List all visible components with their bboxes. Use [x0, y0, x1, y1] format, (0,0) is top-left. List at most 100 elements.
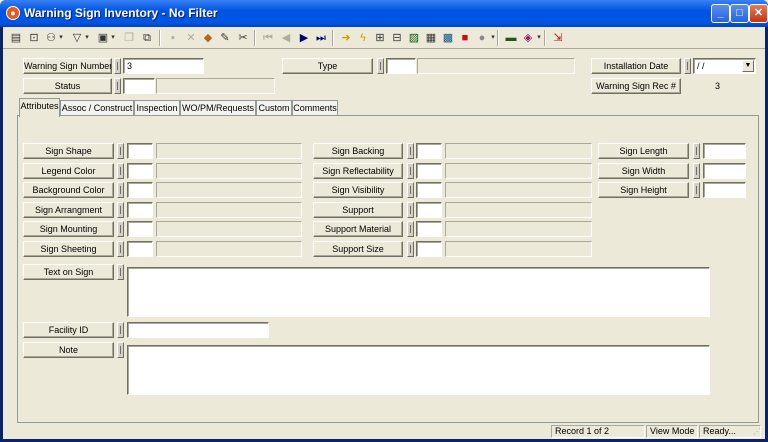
field-handle[interactable] — [407, 202, 414, 218]
sign-width-field[interactable] — [703, 163, 746, 179]
field-handle[interactable] — [684, 58, 691, 74]
status-code-field[interactable] — [123, 78, 155, 94]
field-handle[interactable] — [117, 143, 124, 159]
support-material-field[interactable] — [416, 221, 442, 237]
tab-attributes[interactable]: Attributes — [19, 98, 60, 117]
background-color-label[interactable]: Background Color — [23, 182, 114, 198]
sign-visibility-field[interactable] — [416, 182, 442, 198]
filter-dropdown-arrow-icon[interactable]: ▾ — [83, 30, 91, 46]
background-color-field[interactable] — [127, 182, 153, 198]
sign-arrangment-label[interactable]: Sign Arrangment — [23, 202, 114, 218]
sign-width-label[interactable]: Sign Width — [598, 163, 689, 179]
edit-icon[interactable]: ✎ — [217, 30, 233, 46]
form-icon[interactable]: ▤ — [8, 30, 24, 46]
field-handle[interactable] — [114, 58, 121, 74]
field-handle[interactable] — [407, 182, 414, 198]
sign-length-label[interactable]: Sign Length — [598, 143, 689, 159]
minimize-button[interactable]: _ — [711, 4, 730, 23]
first-record-icon[interactable]: ⏮ — [260, 30, 276, 46]
sign-reflectability-label[interactable]: Sign Reflectability — [313, 163, 403, 179]
sign-mounting-field[interactable] — [127, 221, 153, 237]
installation-date-field[interactable]: / / ▼ — [693, 58, 756, 74]
sign-backing-label[interactable]: Sign Backing — [313, 143, 403, 159]
tab-custom[interactable]: Custom — [256, 100, 292, 116]
sign-sheeting-label[interactable]: Sign Sheeting — [23, 241, 114, 257]
image-icon[interactable]: ▨ — [406, 30, 422, 46]
field-handle[interactable] — [693, 143, 700, 159]
field-handle[interactable] — [377, 58, 384, 74]
hierarchy-icon[interactable]: ⊞ — [372, 30, 388, 46]
warning-sign-number-label[interactable]: Warning Sign Number — [23, 58, 112, 74]
field-handle[interactable] — [407, 143, 414, 159]
sign-height-label[interactable]: Sign Height — [598, 182, 689, 198]
save-icon[interactable]: ▪ — [165, 30, 181, 46]
text-on-sign-label[interactable]: Text on Sign — [23, 264, 114, 280]
sign-reflectability-field[interactable] — [416, 163, 442, 179]
facility-id-label[interactable]: Facility ID — [23, 322, 114, 338]
calendar-icon[interactable]: ▦ — [423, 30, 439, 46]
support-size-label[interactable]: Support Size — [313, 241, 403, 257]
resize-grip-icon[interactable]: ⋰ — [753, 427, 763, 437]
field-handle[interactable] — [117, 182, 124, 198]
field-handle[interactable] — [407, 163, 414, 179]
field-handle[interactable] — [407, 241, 414, 257]
field-handle[interactable] — [117, 202, 124, 218]
support-material-label[interactable]: Support Material — [313, 221, 403, 237]
cut-icon[interactable]: ✂ — [235, 30, 251, 46]
support-size-field[interactable] — [416, 241, 442, 257]
report-icon[interactable]: ▬ — [503, 30, 519, 46]
new-dropdown-arrow-icon[interactable]: ▾ — [109, 30, 117, 46]
close-button[interactable]: ✕ — [749, 4, 768, 23]
legend-color-field[interactable] — [127, 163, 153, 179]
next-record-icon[interactable]: ▶ — [296, 30, 312, 46]
tab-inspection[interactable]: Inspection — [134, 100, 180, 116]
legend-color-label[interactable]: Legend Color — [23, 163, 114, 179]
search-form-icon[interactable]: ⊡ — [26, 30, 42, 46]
goto-icon[interactable]: ➜ — [338, 30, 354, 46]
note-field[interactable] — [127, 345, 710, 395]
field-handle[interactable] — [117, 241, 124, 257]
status-label[interactable]: Status — [23, 78, 112, 94]
last-record-icon[interactable]: ⏭ — [313, 30, 329, 46]
field-handle[interactable] — [114, 78, 121, 94]
exit-icon[interactable]: ⇲ — [550, 30, 566, 46]
sign-shape-label[interactable]: Sign Shape — [23, 143, 114, 159]
globe-dropdown-arrow-icon[interactable]: ▾ — [489, 30, 497, 46]
warning-sign-rec-label[interactable]: Warning Sign Rec # — [591, 78, 681, 94]
copy-form-icon[interactable]: ⧉ — [139, 30, 155, 46]
sign-icon[interactable]: ■ — [457, 30, 473, 46]
sign-arrangment-field[interactable] — [127, 202, 153, 218]
field-handle[interactable] — [693, 182, 700, 198]
sign-shape-field[interactable] — [127, 143, 153, 159]
tree-icon[interactable]: ⊟ — [389, 30, 405, 46]
field-handle[interactable] — [117, 322, 124, 338]
sign-visibility-label[interactable]: Sign Visibility — [313, 182, 403, 198]
globe-icon[interactable]: ● — [474, 30, 490, 46]
tab-assoc-construct[interactable]: Assoc / Construct — [60, 100, 134, 116]
previous-record-icon[interactable]: ◀ — [278, 30, 294, 46]
sign-backing-field[interactable] — [416, 143, 442, 159]
title-bar[interactable]: ● Warning Sign Inventory - No Filter _ □… — [0, 0, 768, 27]
tab-wo-pm-requests[interactable]: WO/PM/Requests — [180, 100, 256, 116]
binoculars-dropdown-arrow-icon[interactable]: ▾ — [57, 30, 65, 46]
app-icon[interactable]: ● — [6, 6, 20, 20]
field-handle[interactable] — [407, 221, 414, 237]
sign-mounting-label[interactable]: Sign Mounting — [23, 221, 114, 237]
field-handle[interactable] — [117, 342, 124, 358]
field-handle[interactable] — [693, 163, 700, 179]
type-code-field[interactable] — [386, 58, 416, 74]
book-icon[interactable]: ◈ — [520, 30, 536, 46]
text-on-sign-field[interactable] — [127, 267, 710, 317]
warning-sign-number-field[interactable]: 3 — [123, 58, 204, 74]
tab-comments[interactable]: Comments — [292, 100, 338, 116]
installation-date-label[interactable]: Installation Date — [591, 58, 681, 74]
cancel-icon[interactable]: ◆ — [200, 30, 216, 46]
field-handle[interactable] — [117, 163, 124, 179]
facility-id-field[interactable] — [127, 322, 269, 338]
sign-length-field[interactable] — [703, 143, 746, 159]
type-label[interactable]: Type — [282, 58, 373, 74]
note-label[interactable]: Note — [23, 342, 114, 358]
map-icon[interactable]: ▩ — [440, 30, 456, 46]
field-handle[interactable] — [117, 264, 124, 280]
lightning-icon[interactable]: ϟ — [355, 30, 371, 46]
